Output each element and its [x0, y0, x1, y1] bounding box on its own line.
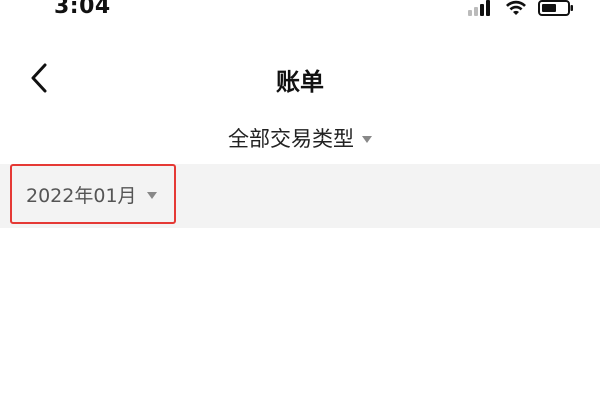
- bill-list-area: [0, 228, 600, 420]
- wifi-icon: [506, 0, 526, 15]
- page-title: 账单: [276, 68, 324, 96]
- caret-down-icon: [362, 135, 372, 143]
- battery-icon: [538, 0, 573, 16]
- nav-bar: 账单: [0, 48, 600, 108]
- signal-icon: [468, 0, 494, 16]
- status-icons: [468, 0, 574, 18]
- month-picker[interactable]: 2022年01月: [10, 164, 176, 224]
- status-bar: 3:04: [0, 0, 600, 30]
- transaction-type-label: 全部交易类型: [228, 127, 354, 151]
- month-band: 2022年01月: [0, 164, 600, 228]
- filter-row: 全部交易类型: [0, 118, 600, 158]
- month-label: 2022年01月: [26, 184, 137, 207]
- status-time: 3:04: [54, 0, 111, 19]
- caret-down-icon: [146, 191, 157, 199]
- transaction-type-dropdown[interactable]: 全部交易类型: [228, 123, 372, 153]
